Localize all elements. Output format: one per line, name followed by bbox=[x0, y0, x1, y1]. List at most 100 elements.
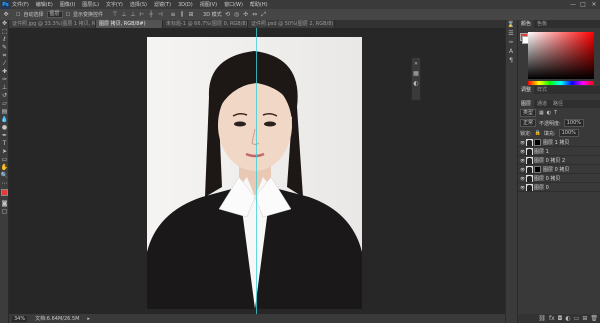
screen-mode-icon[interactable]: ▢ bbox=[0, 208, 9, 216]
fx-icon[interactable]: fx bbox=[549, 315, 555, 322]
navigator-icon[interactable]: ◐ bbox=[412, 80, 420, 88]
tab-layers[interactable]: 图层 bbox=[518, 100, 535, 108]
menu-layer[interactable]: 图层(L) bbox=[82, 1, 99, 8]
distribute-icon[interactable]: ≡ bbox=[170, 11, 176, 18]
visibility-eye-icon[interactable]: 👁 bbox=[520, 158, 525, 163]
stamp-icon[interactable]: ⊥ bbox=[0, 84, 9, 92]
paragraph-panel-icon[interactable]: ¶ bbox=[506, 56, 516, 65]
slide-3d-icon[interactable]: ⇔ bbox=[252, 11, 258, 18]
link-icon[interactable]: ⛓ bbox=[538, 315, 546, 322]
menu-type[interactable]: 文字(Y) bbox=[106, 1, 123, 8]
panel-expand-icon[interactable]: » bbox=[412, 60, 420, 68]
dodge-icon[interactable]: ● bbox=[0, 124, 9, 132]
layer-mask-thumbnail[interactable] bbox=[534, 165, 541, 173]
fill-input[interactable]: 100% bbox=[558, 129, 579, 137]
mask-icon[interactable]: ◘ bbox=[558, 315, 563, 322]
align-middle-icon[interactable]: ⊥ bbox=[121, 11, 127, 18]
scale-3d-icon[interactable]: ⤢ bbox=[261, 11, 267, 18]
pen-icon[interactable]: ✒ bbox=[0, 132, 9, 140]
target-select[interactable]: 图层 bbox=[46, 11, 63, 18]
move-tool-icon[interactable]: ✥ bbox=[3, 11, 9, 18]
adjustment-icon[interactable]: ◐ bbox=[565, 315, 570, 322]
layer-kind-filter[interactable]: 类型 bbox=[520, 109, 537, 117]
layer-row[interactable]: 👁 图层 0 bbox=[518, 183, 600, 192]
tab-paths[interactable]: 路径 bbox=[550, 100, 566, 108]
lasso-icon[interactable]: ℓ bbox=[0, 36, 9, 44]
zoom-level[interactable]: 34% bbox=[12, 315, 28, 322]
auto-select-checkbox[interactable]: ☐ bbox=[16, 12, 20, 18]
menu-view[interactable]: 视图(V) bbox=[200, 1, 217, 8]
history-panel-icon[interactable]: ⌛ bbox=[506, 20, 516, 29]
align-center-icon[interactable]: ┼ bbox=[148, 11, 154, 18]
drag-3d-icon[interactable]: ✣ bbox=[243, 11, 249, 18]
tab-channels[interactable]: 通道 bbox=[534, 100, 550, 108]
opacity-input[interactable]: 100% bbox=[563, 119, 584, 127]
distribute-h-icon[interactable]: ⫼ bbox=[179, 11, 185, 18]
tab-adjustments[interactable]: 调整 bbox=[518, 86, 535, 94]
tab-styles[interactable]: 样式 bbox=[534, 86, 550, 94]
auto-align-icon[interactable]: ⊞ bbox=[188, 11, 194, 18]
new-layer-icon[interactable]: ⊞ bbox=[582, 315, 587, 322]
menu-edit[interactable]: 编辑(E) bbox=[36, 1, 53, 8]
tab-document-1[interactable]: 证件照.jpg @ 33.3%(图层 1 拷贝, RGB/8#) bbox=[9, 20, 96, 28]
healing-icon[interactable]: ✚ bbox=[0, 68, 9, 76]
document-image[interactable] bbox=[147, 37, 362, 309]
layer-mask-thumbnail[interactable] bbox=[534, 138, 541, 146]
color-swatches[interactable] bbox=[0, 188, 10, 200]
visibility-eye-icon[interactable]: 👁 bbox=[520, 140, 525, 145]
minimize-button[interactable]: — bbox=[568, 0, 578, 9]
roll-3d-icon[interactable]: ◎ bbox=[234, 11, 240, 18]
character-panel-icon[interactable]: A bbox=[506, 47, 516, 56]
type-icon[interactable]: T bbox=[0, 140, 9, 148]
filter-pixel-icon[interactable]: ▦ bbox=[539, 110, 544, 116]
close-button[interactable]: ✕ bbox=[589, 0, 599, 9]
menu-3d[interactable]: 3D(D) bbox=[178, 2, 193, 8]
tab-document-3[interactable]: 未标题-1 @ 66.7%(图层 0, RGB/8) bbox=[163, 20, 248, 28]
move-icon[interactable]: ✥ bbox=[0, 20, 9, 28]
quick-mask-icon[interactable]: ◙ bbox=[0, 200, 9, 208]
rotate-3d-icon[interactable]: ⟲ bbox=[225, 11, 231, 18]
tab-document-active[interactable]: 图层 拷贝, RGB/8#) bbox=[96, 20, 163, 28]
hand-icon[interactable]: ✋ bbox=[0, 164, 9, 172]
layer-row[interactable]: 👁 图层 0 拷贝 2 bbox=[518, 156, 600, 165]
layer-row[interactable]: 👁 图层 0 拷贝 bbox=[518, 165, 600, 174]
shape-icon[interactable]: ▭ bbox=[0, 156, 9, 164]
align-top-icon[interactable]: ⊤ bbox=[112, 11, 118, 18]
gradient-icon[interactable]: ▤ bbox=[0, 108, 9, 116]
layer-row[interactable]: 👁 图层 0 拷贝 bbox=[518, 174, 600, 183]
visibility-eye-icon[interactable]: 👁 bbox=[520, 149, 525, 154]
foreground-color-swatch[interactable] bbox=[1, 189, 8, 196]
menu-select[interactable]: 选择(S) bbox=[130, 1, 147, 8]
menu-file[interactable]: 文件(F) bbox=[12, 1, 29, 8]
layer-row[interactable]: 👁 图层 1 拷贝 bbox=[518, 138, 600, 147]
align-right-icon[interactable]: ⊣ bbox=[157, 11, 163, 18]
menu-image[interactable]: 图像(I) bbox=[60, 1, 75, 8]
align-bottom-icon[interactable]: ⊥ bbox=[130, 11, 136, 18]
menu-window[interactable]: 窗口(W) bbox=[224, 1, 243, 8]
show-transform-checkbox[interactable]: ☐ bbox=[66, 12, 70, 18]
maximize-button[interactable]: □ bbox=[578, 0, 588, 9]
menu-help[interactable]: 帮助(H) bbox=[250, 1, 268, 8]
eraser-icon[interactable]: ▱ bbox=[0, 100, 9, 108]
brush-panel-icon[interactable]: ✑ bbox=[506, 38, 516, 47]
quick-select-icon[interactable]: ✎ bbox=[0, 44, 9, 52]
visibility-eye-icon[interactable]: 👁 bbox=[520, 176, 525, 181]
tab-color[interactable]: 颜色 bbox=[518, 20, 535, 28]
histogram-icon[interactable]: ▦ bbox=[412, 70, 420, 78]
filter-type-icon[interactable]: T bbox=[554, 110, 557, 116]
tab-swatches[interactable]: 色板 bbox=[534, 20, 550, 28]
history-brush-icon[interactable]: ↺ bbox=[0, 92, 9, 100]
trash-icon[interactable]: 🗑 bbox=[590, 315, 598, 322]
brush-icon[interactable]: ✑ bbox=[0, 76, 9, 84]
path-select-icon[interactable]: ➤ bbox=[0, 148, 9, 156]
filter-adjust-icon[interactable]: ◐ bbox=[547, 110, 551, 116]
align-left-icon[interactable]: ⊢ bbox=[139, 11, 145, 18]
hue-slider[interactable] bbox=[528, 81, 594, 85]
visibility-eye-icon[interactable]: 👁 bbox=[520, 185, 525, 190]
blend-mode-select[interactable]: 正常 bbox=[520, 119, 537, 127]
more-tools-icon[interactable]: ⋯ bbox=[0, 180, 9, 188]
crop-icon[interactable]: ⌗ bbox=[0, 52, 9, 60]
status-arrow-icon[interactable]: ▸ bbox=[87, 316, 90, 322]
visibility-eye-icon[interactable]: 👁 bbox=[520, 167, 525, 172]
menu-filter[interactable]: 滤镜(T) bbox=[154, 1, 171, 8]
